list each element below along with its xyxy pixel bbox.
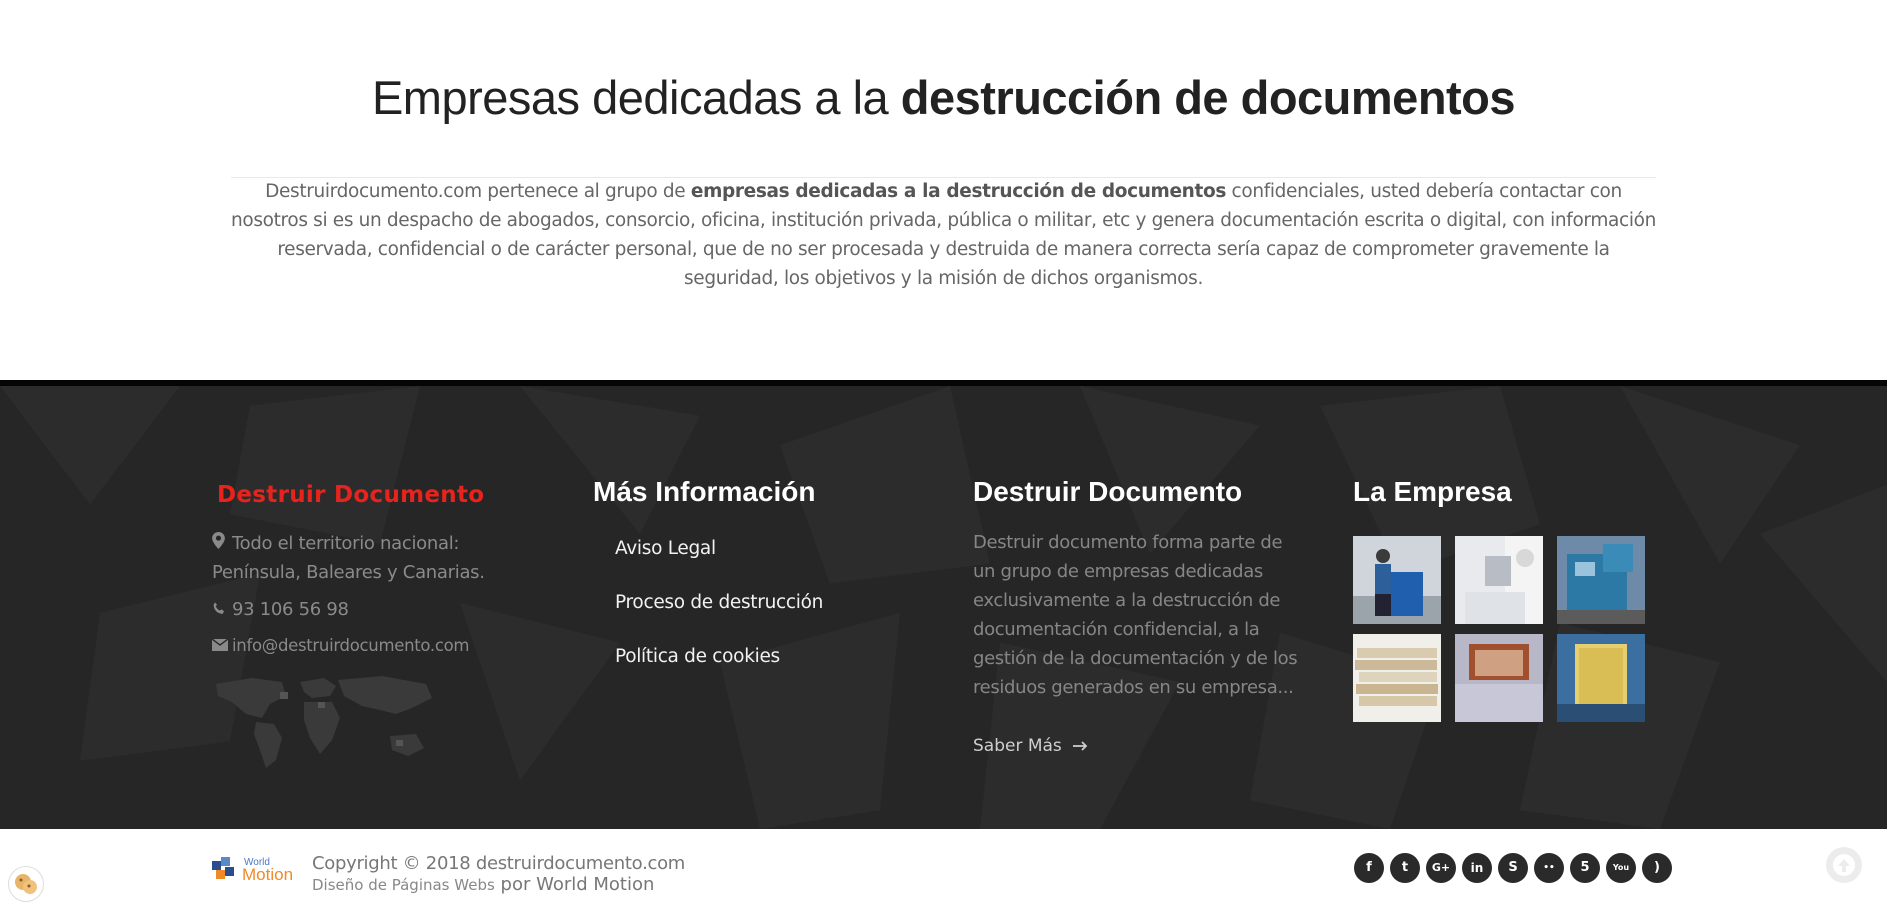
logo-text-motion: Motion: [242, 865, 293, 883]
cookie-settings-button[interactable]: [8, 866, 44, 902]
saber-mas-link[interactable]: Saber Más: [973, 736, 1089, 756]
twitter-icon[interactable]: t: [1390, 853, 1420, 883]
intro-text-start: Destruirdocumento.com pertenece al grupo…: [265, 181, 691, 202]
credit-small[interactable]: Diseño de Páginas Webs: [312, 876, 495, 894]
linkedin-icon[interactable]: in: [1462, 853, 1492, 883]
email-line: info@destruirdocumento.com: [211, 631, 470, 660]
link-aviso-legal[interactable]: Aviso Legal: [615, 538, 823, 565]
html5-icon[interactable]: 5: [1570, 853, 1600, 883]
about-text: Destruir documento forma parte de un gru…: [973, 532, 1298, 698]
address-line: Todo el territorio nacional: Península, …: [212, 529, 552, 587]
about-heading: Destruir Documento: [973, 476, 1243, 507]
copyright-text: Copyright © 2018 destruirdocumento.com: [312, 853, 686, 874]
world-map-graphic: [216, 676, 432, 768]
intro-paragraph: Destruirdocumento.com pertenece al grupo…: [231, 177, 1656, 293]
world-motion-logo[interactable]: World Motion: [212, 853, 298, 884]
intro-text-bold: empresas dedicadas a la destrucción de d…: [690, 181, 1227, 202]
skype-icon[interactable]: S: [1498, 853, 1528, 883]
footer-logo[interactable]: Destruir Documento: [217, 482, 484, 508]
title-bold: destrucción de documentos: [900, 71, 1516, 124]
address-text: Todo el territorio nacional: Península, …: [212, 533, 485, 583]
arrow-right-icon: [1073, 736, 1089, 756]
flickr-icon[interactable]: ••: [1534, 853, 1564, 883]
gallery-image-worker-with-bin[interactable]: [1353, 536, 1441, 624]
youtube-icon[interactable]: You: [1606, 853, 1636, 883]
gallery-image-paper-stack[interactable]: [1353, 634, 1441, 722]
credit-big[interactable]: por World Motion: [495, 874, 655, 895]
phone-icon: [212, 595, 228, 624]
gallery-image-truck-shreds[interactable]: [1455, 634, 1543, 722]
back-to-top-button[interactable]: [1826, 847, 1862, 883]
puzzle-logo-icon: World Motion: [212, 857, 293, 884]
more-info-heading: Más Información: [593, 476, 816, 507]
site-footer: Destruir Documento Todo el territorio na…: [0, 380, 1887, 829]
link-politica-cookies[interactable]: Política de cookies: [615, 646, 823, 673]
page-title: Empresas dedicadas a la destrucción de d…: [0, 70, 1887, 125]
arrow-up-icon: [1833, 854, 1855, 876]
cookie-icon: [15, 874, 37, 894]
saber-mas-label: Saber Más: [973, 736, 1062, 756]
facebook-icon[interactable]: f: [1354, 853, 1384, 883]
intro-section: Empresas dedicadas a la destrucción de d…: [0, 0, 1887, 380]
gallery-image-shredding-paper[interactable]: [1455, 536, 1543, 624]
email-link[interactable]: info@destruirdocumento.com: [232, 636, 470, 655]
footer-logo-text: Destruir Documento: [217, 482, 485, 508]
title-light: Empresas dedicadas a la: [371, 71, 901, 124]
bottom-bar: World Motion Copyright © 2018 destruirdo…: [0, 829, 1887, 908]
phone-text[interactable]: 93 106 56 98: [232, 599, 349, 620]
company-heading: La Empresa: [1353, 476, 1512, 507]
credit-line: Diseño de Páginas Webs por World Motion: [312, 874, 654, 895]
envelope-icon: [211, 631, 229, 660]
link-proceso-destruccion[interactable]: Proceso de destrucción: [615, 592, 823, 619]
gallery-image-paper-bales[interactable]: [1557, 634, 1645, 722]
more-info-links: Aviso Legal Proceso de destrucción Polít…: [615, 538, 823, 700]
rss-icon[interactable]: ): [1642, 853, 1672, 883]
map-marker-icon: [212, 529, 228, 558]
gallery-image-industrial-shredder[interactable]: [1557, 536, 1645, 624]
google-plus-icon[interactable]: G+: [1426, 853, 1456, 883]
phone-line: 93 106 56 98: [212, 595, 349, 624]
